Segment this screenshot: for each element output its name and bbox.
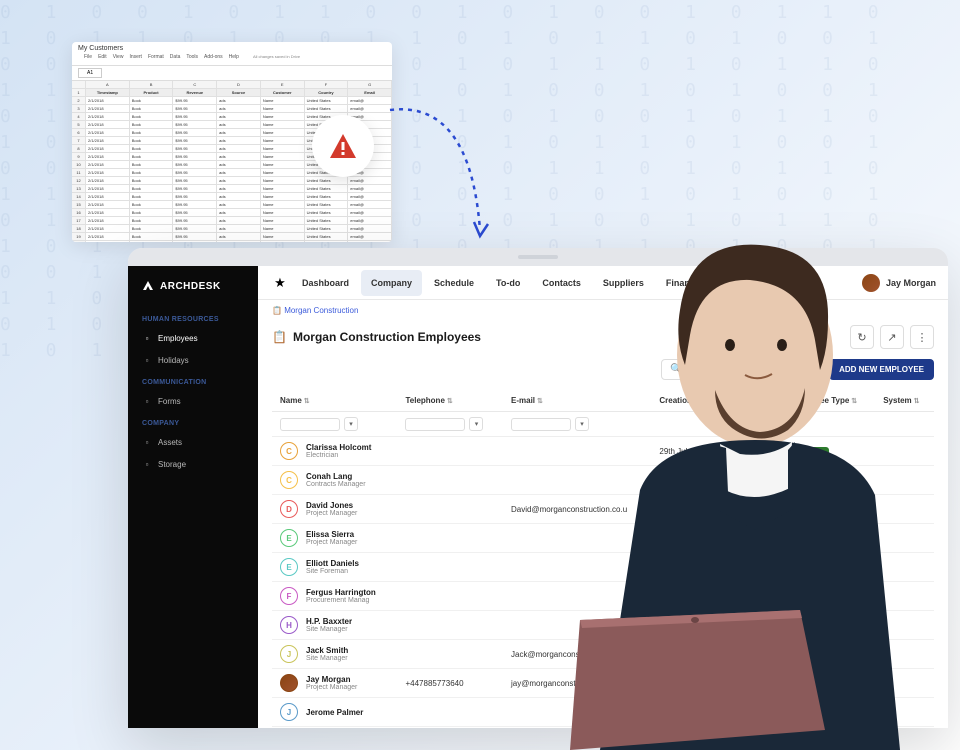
- form-icon: ▫: [142, 396, 152, 406]
- col-name[interactable]: Name⇅: [272, 390, 397, 412]
- sidebar-item-employees[interactable]: ▫Employees: [128, 327, 258, 349]
- brand-text: ARCHDESK: [160, 281, 221, 292]
- sidebar-section: HUMAN RESOURCES: [128, 308, 258, 327]
- cell-address: A1: [78, 68, 102, 78]
- sidebar-item-storage[interactable]: ▫Storage: [128, 453, 258, 475]
- filter-input[interactable]: [280, 418, 340, 431]
- sidebar-section: COMMUNICATION: [128, 371, 258, 390]
- col-telephone[interactable]: Telephone⇅: [397, 390, 503, 412]
- users-icon: ▫: [142, 333, 152, 343]
- storage-icon: ▫: [142, 459, 152, 469]
- sidebar-section: COMPANY: [128, 412, 258, 431]
- warning-icon: [328, 132, 358, 160]
- filter-icon[interactable]: ▾: [344, 417, 358, 431]
- alert-badge: [312, 115, 374, 177]
- sidebar-item-assets[interactable]: ▫Assets: [128, 431, 258, 453]
- filter-input[interactable]: [405, 418, 465, 431]
- star-icon[interactable]: ★: [270, 273, 290, 293]
- page-title: 📋Morgan Construction Employees: [272, 330, 481, 344]
- calendar-icon: ▫: [142, 355, 152, 365]
- sidebar-item-holidays[interactable]: ▫Holidays: [128, 349, 258, 371]
- box-icon: ▫: [142, 437, 152, 447]
- filter-icon[interactable]: ▾: [469, 417, 483, 431]
- laptop-image: [560, 610, 840, 750]
- nav-dashboard[interactable]: Dashboard: [292, 270, 359, 296]
- migration-arrow-icon: [380, 80, 500, 260]
- logo-icon: [142, 280, 154, 292]
- nav-company[interactable]: Company: [361, 270, 422, 296]
- spreadsheet-menu: FileEditViewInsertFormatDataToolsAdd-ons…: [78, 52, 386, 62]
- nav-schedule[interactable]: Schedule: [424, 270, 484, 296]
- sidebar: ARCHDESK HUMAN RESOURCES▫Employees▫Holid…: [128, 266, 258, 728]
- brand-logo: ARCHDESK: [128, 280, 258, 308]
- spreadsheet-title: My Customers: [78, 45, 386, 52]
- sidebar-item-forms[interactable]: ▫Forms: [128, 390, 258, 412]
